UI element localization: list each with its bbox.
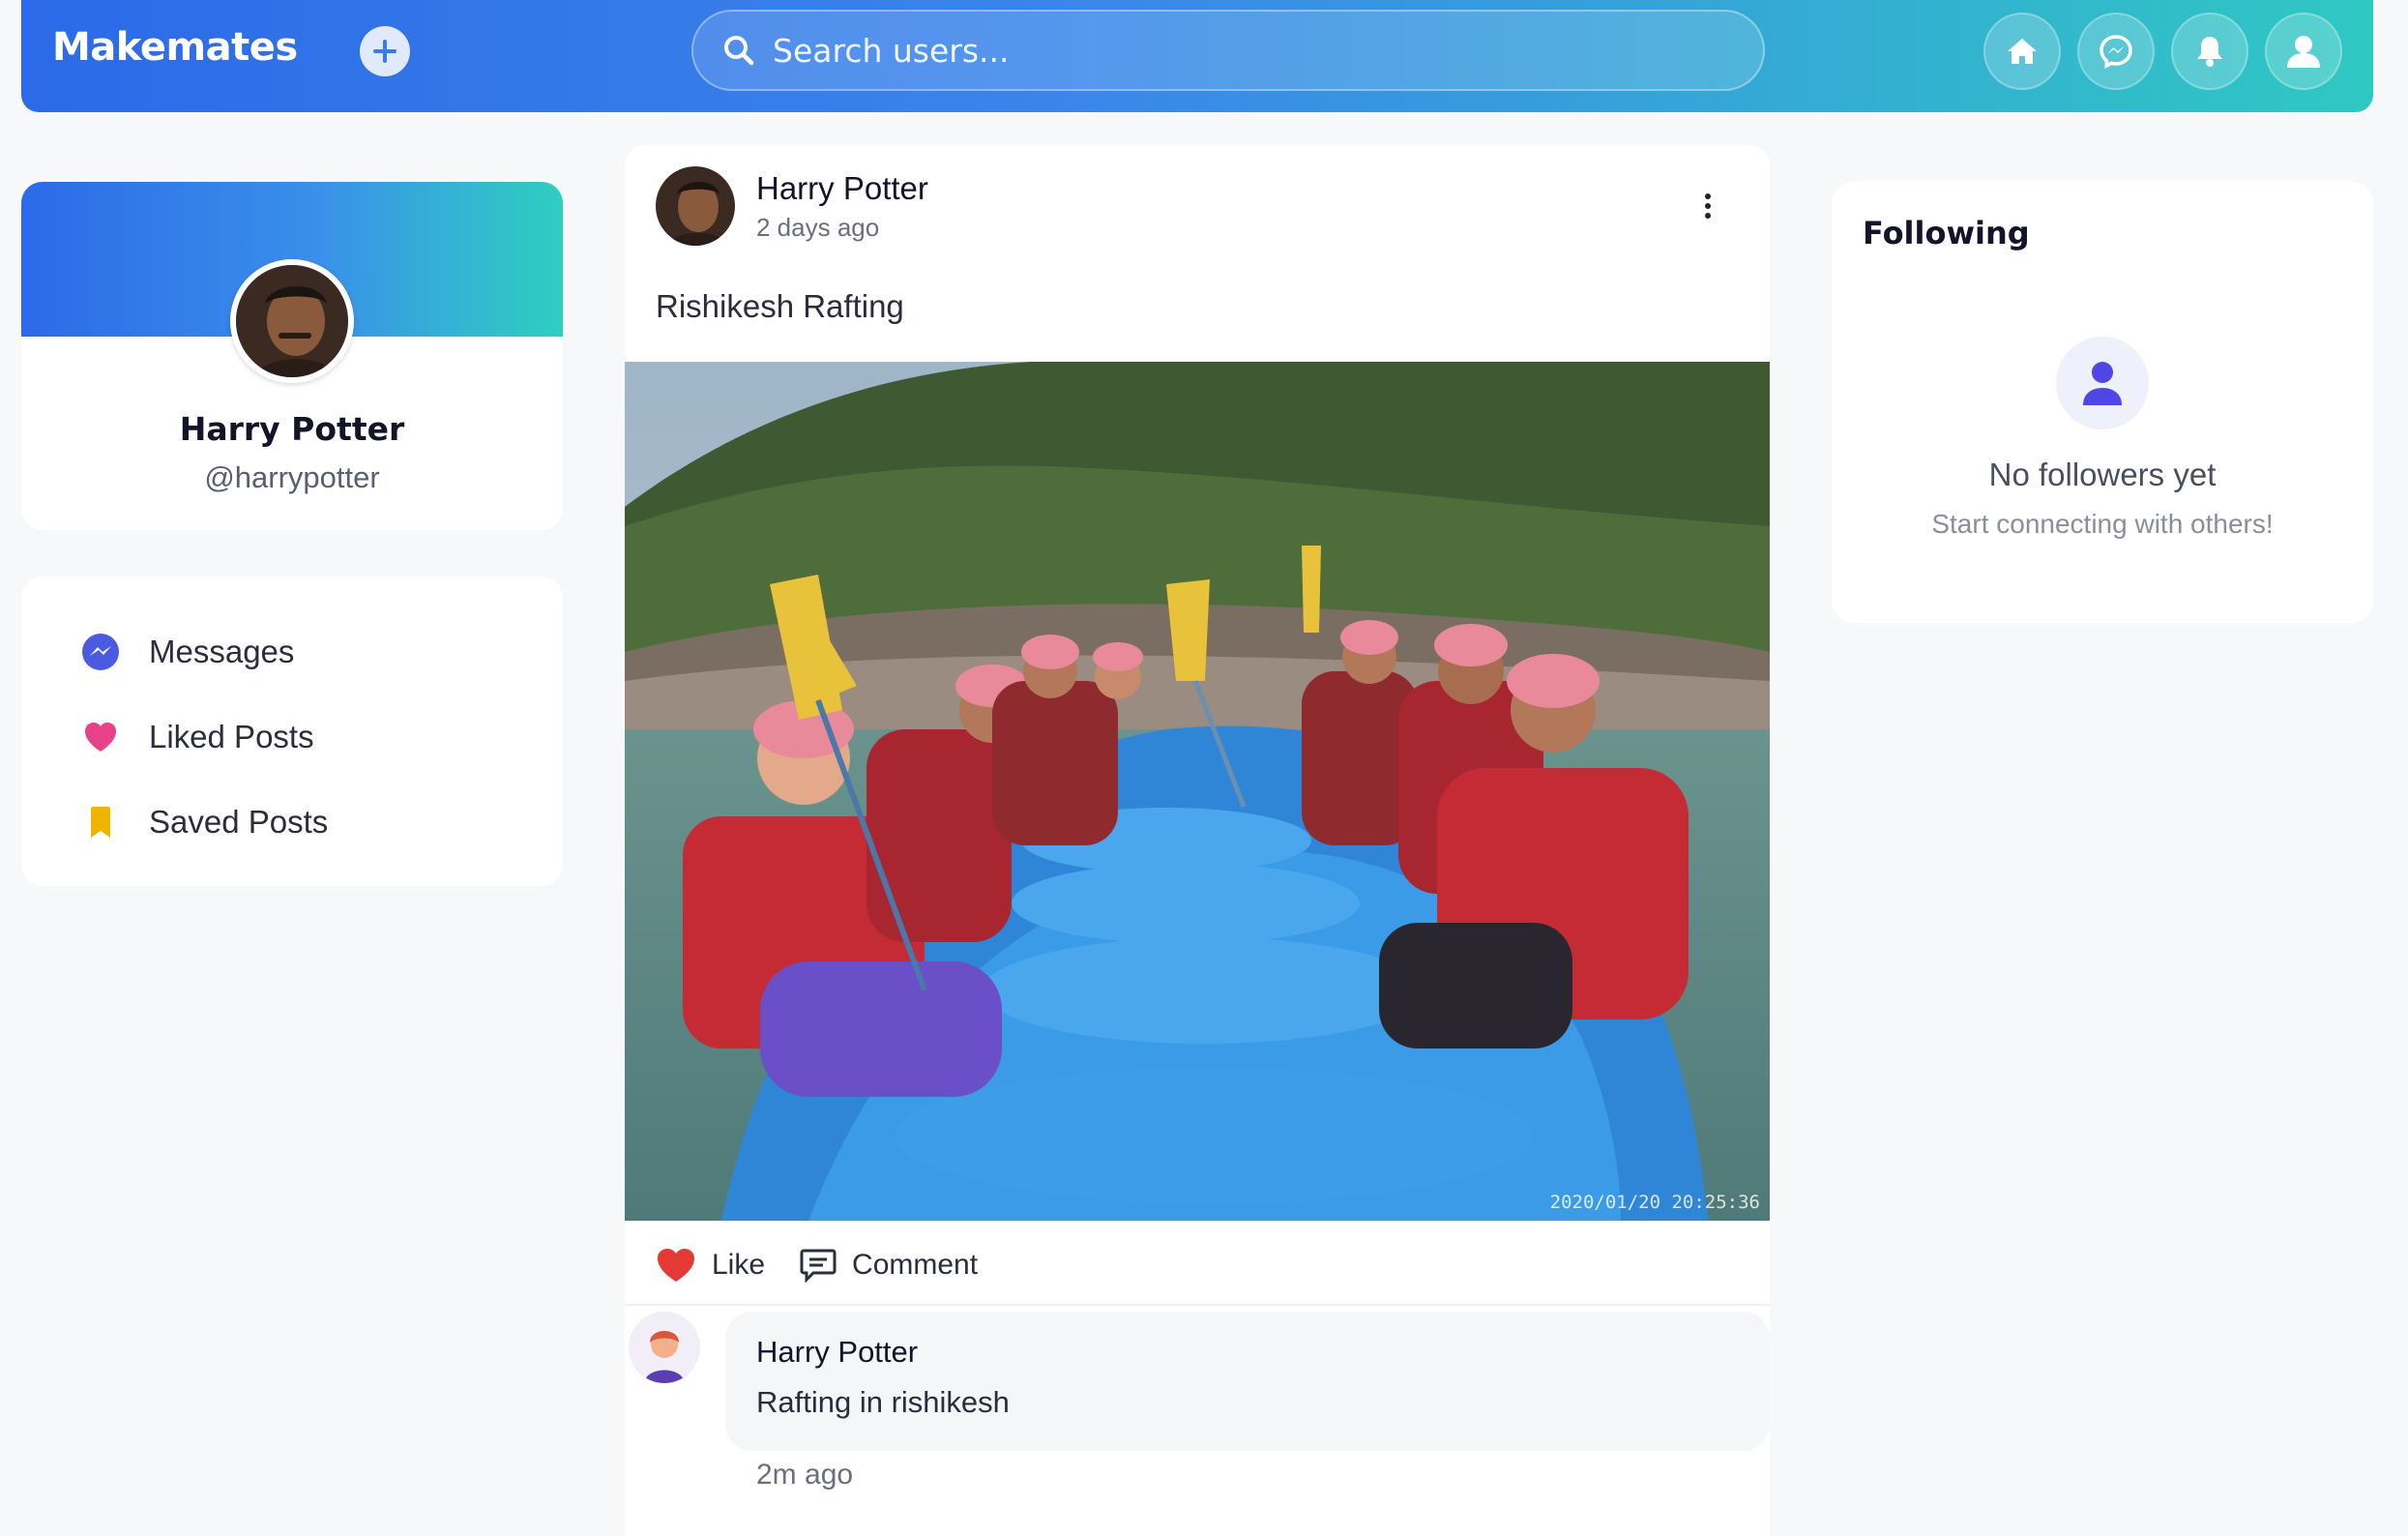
following-title: Following <box>1863 215 2030 251</box>
avatar-image <box>236 265 348 377</box>
user-icon <box>2056 337 2149 429</box>
profile-name[interactable]: Harry Potter <box>21 410 563 448</box>
comment-bubble: Harry Potter Rafting in rishikesh <box>725 1312 1770 1451</box>
comment-button[interactable]: Comment <box>800 1248 978 1283</box>
more-vertical-icon <box>1705 193 1711 219</box>
post-author-avatar[interactable] <box>656 166 735 246</box>
heart-icon <box>658 1249 694 1282</box>
comment-author[interactable]: Harry Potter <box>756 1335 918 1370</box>
comment-label: Comment <box>852 1249 979 1281</box>
commenter-avatar[interactable] <box>629 1312 700 1383</box>
post-image[interactable]: 2020/01/20 20:25:36 <box>625 362 1770 1221</box>
sidebar-item-label: Saved Posts <box>149 804 329 840</box>
plus-icon <box>373 40 396 63</box>
empty-state-subtitle: Start connecting with others! <box>1931 509 2274 539</box>
post-caption: Rishikesh Rafting <box>656 288 904 324</box>
sidebar-item-saved-posts[interactable]: Saved Posts <box>21 780 563 865</box>
divider <box>625 1304 1770 1306</box>
profile-card: Harry Potter @harrypotter <box>21 182 563 530</box>
search-input[interactable] <box>773 31 1643 70</box>
rafting-photo <box>625 362 1770 1221</box>
profile-button[interactable] <box>2265 13 2342 90</box>
post-author-name[interactable]: Harry Potter <box>756 170 928 207</box>
like-label: Like <box>712 1249 766 1281</box>
search-bar[interactable] <box>691 10 1765 91</box>
sidebar-item-liked-posts[interactable]: Liked Posts <box>21 694 563 780</box>
profile-handle: @harrypotter <box>204 460 380 494</box>
messenger-icon <box>2100 35 2132 69</box>
search-icon <box>724 36 754 66</box>
notifications-button[interactable] <box>2171 13 2248 90</box>
home-icon <box>2008 39 2037 64</box>
comment-text: Rafting in rishikesh <box>756 1385 1010 1419</box>
top-navbar: Makemates <box>21 0 2373 112</box>
sidebar-item-label: Liked Posts <box>149 719 314 754</box>
sidebar-menu: Messages Liked Posts Saved Posts <box>21 576 563 886</box>
messages-button[interactable] <box>2077 13 2155 90</box>
post-options-button[interactable] <box>1698 192 1718 221</box>
home-button[interactable] <box>1983 13 2061 90</box>
avatar-image <box>656 166 735 246</box>
like-button[interactable]: Like <box>656 1247 765 1284</box>
following-card: Following No followers yet Start connect… <box>1832 182 2373 623</box>
profile-avatar[interactable] <box>230 259 354 383</box>
avatar-illustration <box>629 1312 700 1383</box>
heart-icon <box>79 716 122 758</box>
comment-timestamp: 2m ago <box>756 1459 854 1491</box>
sidebar-item-label: Messages <box>149 634 295 669</box>
user-icon <box>2287 36 2320 68</box>
photo-timestamp: 2020/01/20 20:25:36 <box>1549 1192 1760 1213</box>
comment-icon <box>800 1249 837 1283</box>
brand-logo[interactable]: Makemates <box>52 25 298 70</box>
nav-icon-group <box>1983 13 2342 90</box>
create-post-button[interactable] <box>360 26 410 76</box>
post-actions: Like Comment <box>656 1238 1013 1292</box>
bell-icon <box>2197 37 2222 67</box>
bookmark-icon <box>79 801 122 843</box>
empty-state-title: No followers yet <box>1988 457 2217 492</box>
post-card: Harry Potter 2 days ago Rishikesh Raftin… <box>625 145 1770 1536</box>
messenger-icon <box>79 631 122 673</box>
post-timestamp: 2 days ago <box>756 213 880 242</box>
sidebar-item-messages[interactable]: Messages <box>21 609 563 694</box>
